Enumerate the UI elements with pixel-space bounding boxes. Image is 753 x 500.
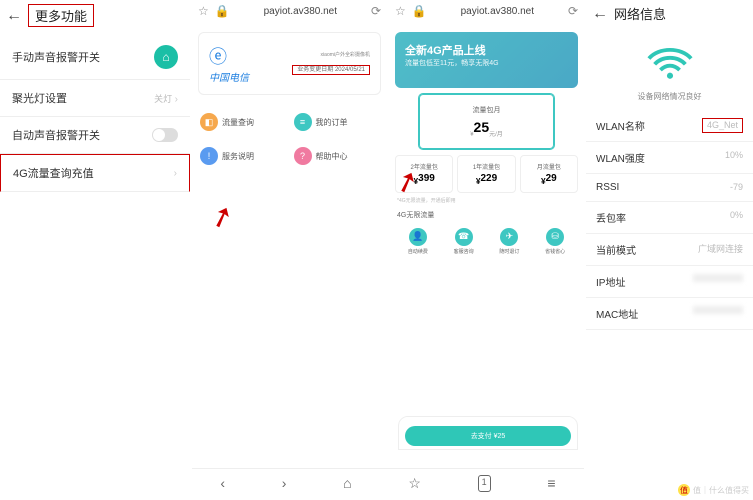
nav-home-icon[interactable]: ⌂ [343,475,351,492]
page-title: 网络信息 [614,4,666,23]
back-icon[interactable]: ← [592,5,608,23]
toggle-off[interactable] [152,128,178,142]
grid-item-help[interactable]: ?帮助中心 [290,139,384,173]
grid-item-service[interactable]: !服务说明 [196,139,290,173]
plan-featured[interactable]: 流量包月 ¥25元/月 [419,94,554,149]
wlan-name-value: 4G_Net [702,118,743,133]
item-spotlight[interactable]: 聚光灯设置 关灯 › [0,80,190,117]
chevron-right-icon: › [175,94,178,105]
plane-icon: ✈ [500,228,518,246]
telecom-brand: 中国电信 [209,69,249,84]
browser-header: ☆ 🔒 payiot.av380.net ⟳ [389,0,584,26]
row-mac: MAC地址 [586,298,753,330]
user-icon: 👤 [409,228,427,246]
nav-bookmark-icon[interactable]: ☆ [408,475,421,492]
telecom-logo-icon: ⓔ [209,43,249,69]
item-label: 手动声音报警开关 [12,49,100,65]
usage-icon: ◧ [200,113,218,131]
coins-icon: ⛁ [546,228,564,246]
browser-toolbar: ‹ › ⌂ ☆ 1 ≡ [192,468,584,498]
plan-month[interactable]: 月流量包¥29 [520,155,578,193]
orders-icon: ≡ [294,113,312,131]
item-value: 关灯 [154,94,172,104]
item-label: 自动声音报警开关 [12,127,100,143]
note: *4G无限流量，开通后即用 [397,197,576,204]
feature-support: ☎客服咨询 [454,228,474,255]
phone-icon: ☎ [455,228,473,246]
telecom-date: 业务变更日期 2024/05/21 [292,65,370,75]
home-icon[interactable]: ⌂ [154,45,178,69]
row-packet-loss: 丢包率0% [586,202,753,234]
row-wlan-name: WLAN名称4G_Net [586,110,753,142]
plan-name: 流量包月 [430,105,543,115]
wifi-status-text: 设备网络情况良好 [586,91,753,102]
banner-title: 全新4G产品上线 [405,42,568,58]
item-label: 聚光灯设置 [12,90,67,106]
promo-banner[interactable]: 全新4G产品上线 流量包低至11元，畅享无限4G [395,32,578,88]
star-icon[interactable]: ☆ [198,4,209,18]
feature-icons: 👤自动续费 ☎客服咨询 ✈随时退订 ⛁省钱省心 [395,228,578,255]
browser-header: ☆ 🔒 payiot.av380.net ⟳ [192,0,387,26]
refresh-icon[interactable]: ⟳ [371,4,381,18]
row-wlan-strength: WLAN强度10% [586,142,753,174]
service-grid: ◧流量查询 ≡我的订单 !服务说明 ?帮助中心 [192,101,387,177]
pay-button[interactable]: 去支付 ¥25 [405,426,571,446]
nav-back-icon[interactable]: ‹ [220,475,225,492]
lock-icon: 🔒 [412,4,427,18]
ip-value-blurred [693,274,743,282]
service-icon: ! [200,147,218,165]
row-rssi: RSSI-79 [586,174,753,202]
watermark: 值 值｜什么值得买 [678,484,749,496]
section-title: 4G无限流量 [397,210,576,220]
feature-save: ⛁省钱省心 [545,228,565,255]
nav-menu-icon[interactable]: ≡ [547,475,555,492]
feature-autorenew: 👤自动续费 [408,228,428,255]
wifi-icon [647,47,693,82]
refresh-icon[interactable]: ⟳ [568,4,578,18]
item-4g-recharge[interactable]: 4G流量查询充值 › [0,154,190,192]
banner-subtitle: 流量包低至11元，畅享无限4G [405,58,568,68]
grid-item-orders[interactable]: ≡我的订单 [290,105,384,139]
plan-price: ¥25元/月 [430,119,543,138]
grid-item-usage[interactable]: ◧流量查询 [196,105,290,139]
page-title: 更多功能 [28,4,94,27]
telecom-card: ⓔ 中国电信 xiaomi户外全彩摄像机 业务变更日期 2024/05/21 [198,32,381,95]
item-label: 4G流量查询充值 [13,165,94,181]
item-manual-alarm[interactable]: 手动声音报警开关 ⌂ [0,35,190,80]
star-icon[interactable]: ☆ [395,4,406,18]
item-auto-alarm[interactable]: 自动声音报警开关 [0,117,190,154]
mac-value-blurred [693,306,743,314]
watermark-icon: 值 [678,484,690,496]
plan-row: 2年流量包¥399 1年流量包¥229 月流量包¥29 [395,155,578,193]
url-text[interactable]: payiot.av380.net [433,6,562,17]
row-ip: IP地址 [586,266,753,298]
url-text[interactable]: payiot.av380.net [236,6,365,17]
feature-cancel: ✈随时退订 [499,228,519,255]
pay-bar: 去支付 ¥25 [398,416,578,450]
wifi-status-block: 设备网络情况良好 [586,31,753,110]
arrow-annotation-icon: ➚ [205,197,238,236]
row-mode: 当前模式广域网连接 [586,234,753,266]
plan-1year[interactable]: 1年流量包¥229 [457,155,515,193]
nav-forward-icon[interactable]: › [282,475,287,492]
nav-tabs-icon[interactable]: 1 [478,475,491,492]
telecom-meta: xiaomi户外全彩摄像机 [257,51,370,58]
lock-icon: 🔒 [215,4,230,18]
back-icon[interactable]: ← [6,7,22,25]
chevron-right-icon: › [174,168,177,179]
help-icon: ? [294,147,312,165]
